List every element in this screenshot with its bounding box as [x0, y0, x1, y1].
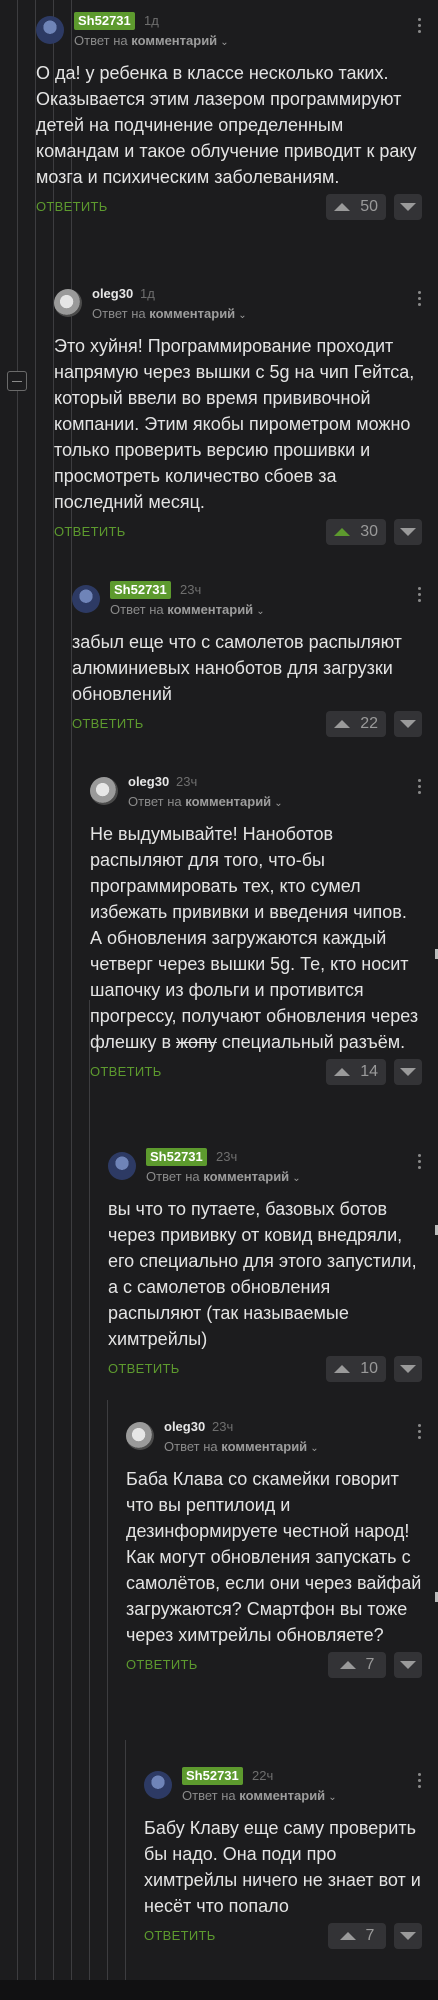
- reply-button[interactable]: ОТВЕТИТЬ: [54, 524, 126, 539]
- upvote-button[interactable]: 7: [328, 1652, 386, 1678]
- arrow-up-icon: [334, 203, 351, 211]
- downvote-button[interactable]: [394, 711, 422, 737]
- arrow-up-icon: [334, 1068, 351, 1076]
- chevron-down-icon: ⌄: [310, 1443, 319, 1454]
- reply-to[interactable]: Ответ на комментарий ⌄: [74, 33, 229, 48]
- reply-to[interactable]: Ответ на комментарий ⌄: [164, 1439, 319, 1454]
- upvote-button[interactable]: 30: [326, 519, 386, 545]
- comment-text: Баба Клава со скамейки говорит что вы ре…: [126, 1469, 422, 1645]
- reply-to[interactable]: Ответ на комментарий ⌄: [128, 794, 283, 809]
- downvote-button[interactable]: [394, 1356, 422, 1382]
- arrow-up-icon: [339, 1661, 356, 1669]
- chevron-down-icon: ⌄: [256, 606, 265, 617]
- avatar[interactable]: [36, 16, 64, 44]
- chevron-down-icon: ⌄: [292, 1173, 301, 1184]
- reply-button[interactable]: ОТВЕТИТЬ: [144, 1928, 216, 1943]
- upvote-button[interactable]: 14: [326, 1059, 386, 1085]
- comment-text: Бабу Клаву еще саму проверить бы надо. О…: [144, 1818, 421, 1916]
- timestamp: 1д: [140, 286, 155, 301]
- username[interactable]: oleg30: [164, 1418, 205, 1436]
- avatar[interactable]: [90, 777, 118, 805]
- strikethrough-text: жопу: [176, 1032, 217, 1052]
- reply-to[interactable]: Ответ на комментарий ⌄: [92, 306, 247, 321]
- chevron-down-icon: ⌄: [274, 798, 283, 809]
- upvote-button[interactable]: 50: [326, 194, 386, 220]
- comment-text: Это хуйня! Программирование проходит нап…: [54, 336, 415, 512]
- comment: Sh52731 1д Ответ на комментарий ⌄ О да! у…: [36, 12, 422, 222]
- rating-score: 22: [360, 715, 378, 732]
- reply-button[interactable]: ОТВЕТИТЬ: [126, 1657, 198, 1672]
- more-options-icon[interactable]: [418, 18, 422, 33]
- more-options-icon[interactable]: [418, 1424, 422, 1439]
- reply-button[interactable]: ОТВЕТИТЬ: [36, 199, 108, 214]
- timestamp: 22ч: [252, 1768, 274, 1783]
- upvote-button[interactable]: 7: [328, 1923, 386, 1949]
- thread-line: [17, 0, 18, 1980]
- chevron-down-icon: ⌄: [328, 1792, 337, 1803]
- avatar[interactable]: [108, 1152, 136, 1180]
- downvote-button[interactable]: [394, 1652, 422, 1678]
- timestamp: 23ч: [216, 1149, 238, 1164]
- comment: Sh52731 23ч Ответ на комментарий ⌄ забыл …: [72, 581, 422, 739]
- rating-score: 50: [360, 198, 378, 215]
- timestamp: 1д: [144, 13, 159, 28]
- reply-button[interactable]: ОТВЕТИТЬ: [108, 1361, 180, 1376]
- arrow-up-icon: [339, 1932, 356, 1940]
- downvote-button[interactable]: [394, 1923, 422, 1949]
- username[interactable]: Sh52731: [74, 12, 135, 30]
- timestamp: 23ч: [176, 774, 198, 789]
- comment-text: вы что то путаете, базовых ботов через п…: [108, 1199, 417, 1349]
- thread-line: [107, 1400, 108, 1980]
- timestamp: 23ч: [180, 582, 202, 597]
- rating-score: 7: [365, 1927, 375, 1944]
- username[interactable]: Sh52731: [110, 581, 171, 599]
- upvote-button[interactable]: 10: [326, 1356, 386, 1382]
- more-options-icon[interactable]: [418, 1154, 422, 1169]
- chevron-down-icon: ⌄: [220, 37, 229, 48]
- rating-score: 10: [360, 1360, 378, 1377]
- reply-to[interactable]: Ответ на комментарий ⌄: [146, 1169, 301, 1184]
- bottom-bar: [0, 1980, 438, 2000]
- reply-to[interactable]: Ответ на комментарий ⌄: [110, 602, 265, 617]
- collapse-thread-button[interactable]: [7, 371, 27, 391]
- reply-button[interactable]: ОТВЕТИТЬ: [90, 1064, 162, 1079]
- comment-text: забыл еще что с самолетов распыляют алюм…: [72, 632, 402, 704]
- comment-text: О да! у ребенка в классе несколько таких…: [36, 63, 417, 187]
- more-options-icon[interactable]: [418, 587, 422, 602]
- arrow-up-icon: [334, 528, 351, 536]
- comment: Sh52731 22ч Ответ на комментарий ⌄ Бабу К…: [144, 1767, 422, 1951]
- upvote-button[interactable]: 22: [326, 711, 386, 737]
- more-options-icon[interactable]: [418, 779, 422, 794]
- comment: oleg30 23ч Ответ на комментарий ⌄ Баба Кл…: [126, 1418, 422, 1680]
- chevron-down-icon: ⌄: [238, 310, 247, 321]
- more-options-icon[interactable]: [418, 1773, 422, 1788]
- username[interactable]: Sh52731: [146, 1148, 207, 1166]
- reply-to[interactable]: Ответ на комментарий ⌄: [182, 1788, 337, 1803]
- arrow-up-icon: [334, 1365, 351, 1373]
- downvote-button[interactable]: [394, 519, 422, 545]
- thread-line: [125, 1740, 126, 1980]
- avatar[interactable]: [72, 585, 100, 613]
- comment: oleg30 23ч Ответ на комментарий ⌄ Не выду…: [90, 773, 422, 1087]
- username[interactable]: oleg30: [92, 285, 133, 303]
- thread-line: [35, 0, 36, 1980]
- more-options-icon[interactable]: [418, 291, 422, 306]
- avatar[interactable]: [144, 1771, 172, 1799]
- rating-score: 30: [360, 523, 378, 540]
- username[interactable]: Sh52731: [182, 1767, 243, 1785]
- downvote-button[interactable]: [394, 194, 422, 220]
- avatar[interactable]: [54, 289, 82, 317]
- downvote-button[interactable]: [394, 1059, 422, 1085]
- rating-score: 14: [360, 1063, 378, 1080]
- timestamp: 23ч: [212, 1419, 234, 1434]
- comment: oleg30 1д Ответ на комментарий ⌄ Это хуйн…: [54, 285, 422, 547]
- rating-score: 7: [365, 1656, 375, 1673]
- username[interactable]: oleg30: [128, 773, 169, 791]
- comment: Sh52731 23ч Ответ на комментарий ⌄ вы что…: [108, 1148, 422, 1384]
- arrow-up-icon: [334, 720, 351, 728]
- reply-button[interactable]: ОТВЕТИТЬ: [72, 716, 144, 731]
- thread-line: [89, 1000, 90, 1980]
- comment-text: Не выдумывайте! Наноботов распыляют для …: [90, 824, 419, 1052]
- avatar[interactable]: [126, 1422, 154, 1450]
